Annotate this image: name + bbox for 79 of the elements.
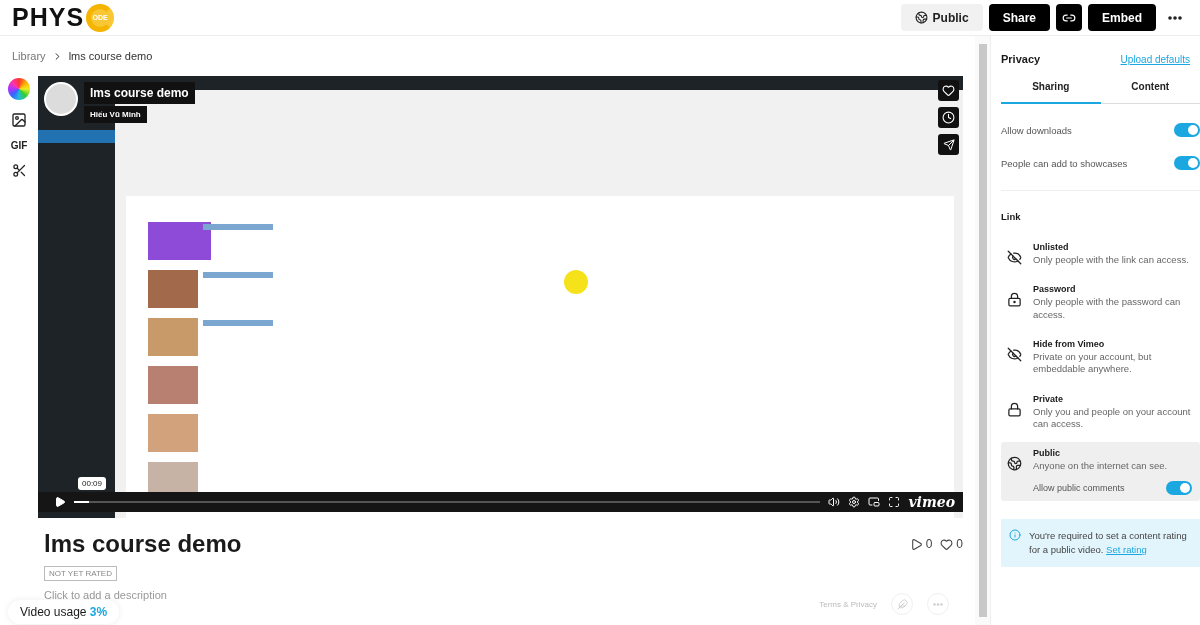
fullscreen-button[interactable] (888, 496, 901, 508)
toggle-switch[interactable] (1174, 123, 1200, 137)
lock-icon (1007, 401, 1022, 417)
play-icon (909, 537, 923, 551)
pip-button[interactable] (868, 496, 881, 508)
gif-button[interactable]: GIF (10, 140, 28, 151)
privacy-option[interactable]: Hide from Vimeo Private on your account, but embeddable anywhere. (1001, 333, 1200, 382)
breadcrumb-current: lms course demo (68, 50, 153, 62)
settings-icon (848, 496, 861, 508)
panel-tab[interactable]: Sharing (1001, 81, 1101, 104)
privacy-option[interactable]: Private Only you and people on your account can access. (1001, 387, 1200, 437)
comments-label: Allow public comments (1033, 482, 1125, 493)
player-byline: Hiếu Vũ Minh (84, 106, 147, 123)
play-icon (54, 496, 66, 508)
toggle-label: People can add to showcases (1001, 157, 1128, 169)
globe-icon (1007, 456, 1022, 472)
scrollbar[interactable] (978, 44, 987, 617)
brand-logo[interactable]: vimeo (908, 494, 955, 510)
scissors-button[interactable] (11, 163, 27, 178)
more-icon (933, 602, 943, 606)
option-title: Private (1033, 393, 1065, 404)
panel-tab[interactable]: Content (1100, 81, 1200, 104)
toggle-label: Allow downloads (1001, 124, 1072, 136)
player-title: lms course demo (84, 82, 195, 104)
clock-icon (942, 111, 955, 124)
video-player[interactable]: lms course demo Hiếu Vũ Minh 00:09 vimeo (38, 76, 963, 518)
video-title: lms course demo (44, 530, 242, 558)
option-title: Unlisted (1033, 242, 1070, 252)
heart-icon (942, 84, 955, 97)
watch-later-button[interactable] (938, 107, 959, 128)
share-button[interactable]: Share (988, 4, 1050, 31)
toggle-switch[interactable] (1174, 156, 1200, 170)
breadcrumb-link[interactable]: Library (12, 50, 46, 62)
heart-icon (940, 537, 954, 551)
option-title: Password (1033, 284, 1077, 295)
volume-button[interactable] (828, 496, 841, 508)
privacy-option[interactable]: Unlisted Only people with the link can access. (1001, 236, 1200, 273)
globe-icon (914, 11, 928, 24)
privacy-button[interactable]: Public (900, 4, 983, 31)
volume-icon (828, 496, 841, 508)
send-icon (942, 138, 955, 151)
image-icon (11, 112, 27, 128)
more-icon (1168, 15, 1182, 20)
fullscreen-icon (888, 496, 901, 508)
privacy-option[interactable]: Public Anyone on the internet can see. Allow public comments (1001, 442, 1200, 501)
embed-button[interactable]: Embed (1088, 4, 1156, 31)
option-title: Public (1033, 448, 1061, 459)
panel-title: Privacy (1001, 53, 1041, 65)
image-button[interactable] (11, 112, 27, 128)
color-wheel-button[interactable] (8, 78, 30, 100)
option-description: Only you and people on your account can access. (1033, 405, 1192, 431)
time-tooltip: 00:09 (78, 477, 107, 490)
likes-count: 0 (940, 537, 963, 551)
description-field[interactable]: Click to add a description (44, 589, 194, 601)
option-description: Anyone on the internet can see. (1033, 460, 1169, 473)
usage-pill: Video usage 3% (8, 600, 120, 624)
feather-icon (896, 598, 908, 610)
section-heading: Link (1001, 190, 1200, 222)
option-title: Hide from Vimeo (1033, 339, 1106, 350)
like-button[interactable] (938, 80, 959, 101)
pip-icon (868, 496, 881, 508)
share-button[interactable] (938, 134, 959, 155)
settings-button[interactable] (848, 496, 861, 508)
scissors-icon (11, 163, 27, 178)
option-description: Private on your account, but embeddable anywhere. (1033, 351, 1153, 376)
privacy-option[interactable]: Password Only people with the password can access. (1001, 278, 1200, 328)
lock-icon (1007, 292, 1022, 308)
logo-text: PHYS (12, 3, 85, 32)
option-description: Only people with the password can access. (1033, 296, 1182, 322)
info-icon (1009, 528, 1021, 541)
notice-text: You're required to set a content rating for a public video. Set rating (1029, 528, 1188, 557)
eye-off-icon (1007, 347, 1022, 363)
toggle-switch[interactable] (1166, 480, 1192, 495)
plays-count: 0 (909, 537, 933, 551)
option-description: Only people with the link can access. (1033, 254, 1190, 267)
eye-off-icon (1007, 250, 1022, 265)
play-button[interactable] (54, 496, 66, 508)
link-button[interactable] (1056, 4, 1082, 31)
rating-label: NOT YET RATED (44, 566, 117, 581)
